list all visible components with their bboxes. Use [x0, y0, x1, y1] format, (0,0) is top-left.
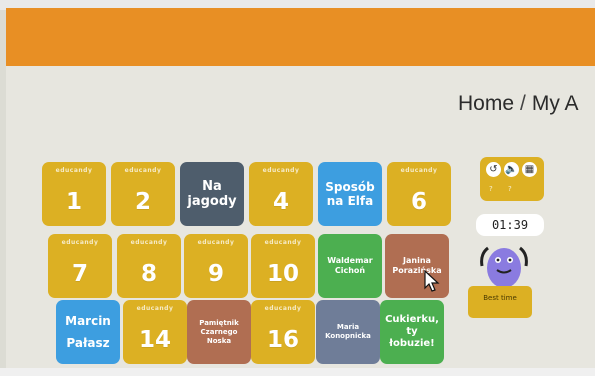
tile-marcin-palasz[interactable]: Marcin Pałasz [56, 300, 120, 364]
grid-icon[interactable]: ▦ [522, 162, 537, 177]
tile-1[interactable]: educandy 1 [42, 162, 106, 226]
tile-label: Sposób na Elfa [325, 180, 375, 208]
educandy-watermark: educandy [264, 239, 302, 246]
educandy-watermark: educandy [400, 167, 438, 174]
top-bar [6, 8, 595, 66]
tile-14[interactable]: educandy 14 [123, 300, 187, 364]
tile-number: 4 [272, 189, 289, 215]
educandy-watermark: educandy [262, 167, 300, 174]
tile-number: 6 [410, 189, 427, 215]
tile-label: Marcin Pałasz [65, 314, 111, 350]
tile-number: 7 [71, 261, 88, 287]
educandy-watermark: educandy [55, 167, 93, 174]
tile-label: Pamiętnik Czarnego Noska [199, 318, 239, 345]
tile-label: Cukierku, ty łobuzie! [385, 314, 439, 349]
tile-sposob-na-elfa[interactable]: Sposób na Elfa [318, 162, 382, 226]
tile-number: 2 [134, 189, 151, 215]
breadcrumb-separator: / [520, 92, 526, 115]
undo-icon[interactable]: ↺ [486, 162, 501, 177]
educandy-watermark: educandy [61, 239, 99, 246]
tile-10[interactable]: educandy 10 [251, 234, 315, 298]
tile-number: 10 [266, 261, 299, 287]
breadcrumb-home[interactable]: Home [458, 92, 514, 116]
tool-sub-right: ? [508, 185, 512, 193]
educandy-watermark: educandy [124, 167, 162, 174]
tile-pamietnik-czarnego-noska[interactable]: Pamiętnik Czarnego Noska [187, 300, 251, 364]
mascot-icon [480, 246, 528, 288]
tile-label: Na jagody [187, 179, 237, 209]
tile-waldemar-cichon[interactable]: Waldemar Cichoń [318, 234, 382, 298]
screen-frame-bottom [0, 368, 595, 376]
tile-9[interactable]: educandy 9 [184, 234, 248, 298]
best-time-label: Best time [483, 294, 517, 302]
educandy-watermark: educandy [136, 305, 174, 312]
tile-na-jagody[interactable]: Na jagody [180, 162, 244, 226]
tile-number: 1 [65, 189, 82, 215]
tile-number: 14 [138, 327, 171, 353]
educandy-watermark: educandy [264, 305, 302, 312]
educandy-watermark: educandy [197, 239, 235, 246]
tile-6[interactable]: educandy 6 [387, 162, 451, 226]
tool-sub-left: ? [489, 185, 493, 193]
tile-number: 8 [140, 261, 157, 287]
breadcrumb: Home / My A [458, 92, 595, 120]
tile-label: Waldemar Cichoń [327, 256, 373, 275]
sound-icon[interactable]: 🔈 [504, 162, 519, 177]
tile-8[interactable]: educandy 8 [117, 234, 181, 298]
tile-number: 9 [207, 261, 224, 287]
tile-cukierku-ty-lobuzie[interactable]: Cukierku, ty łobuzie! [380, 300, 444, 364]
tile-maria-konopnicka[interactable]: Maria Konopnicka [316, 300, 380, 364]
tool-panel: ↺ 🔈 ▦ ? ? [480, 157, 544, 201]
mouse-cursor-icon [424, 270, 440, 292]
tile-label: Maria Konopnicka [325, 323, 371, 340]
tile-2[interactable]: educandy 2 [111, 162, 175, 226]
timer-display: 01:39 [476, 214, 544, 236]
educandy-watermark: educandy [130, 239, 168, 246]
tile-4[interactable]: educandy 4 [249, 162, 313, 226]
tile-number: 16 [266, 327, 299, 353]
tile-7[interactable]: educandy 7 [48, 234, 112, 298]
breadcrumb-current[interactable]: My A [532, 92, 579, 116]
tile-16[interactable]: educandy 16 [251, 300, 315, 364]
best-time-panel: Best time [468, 286, 532, 318]
